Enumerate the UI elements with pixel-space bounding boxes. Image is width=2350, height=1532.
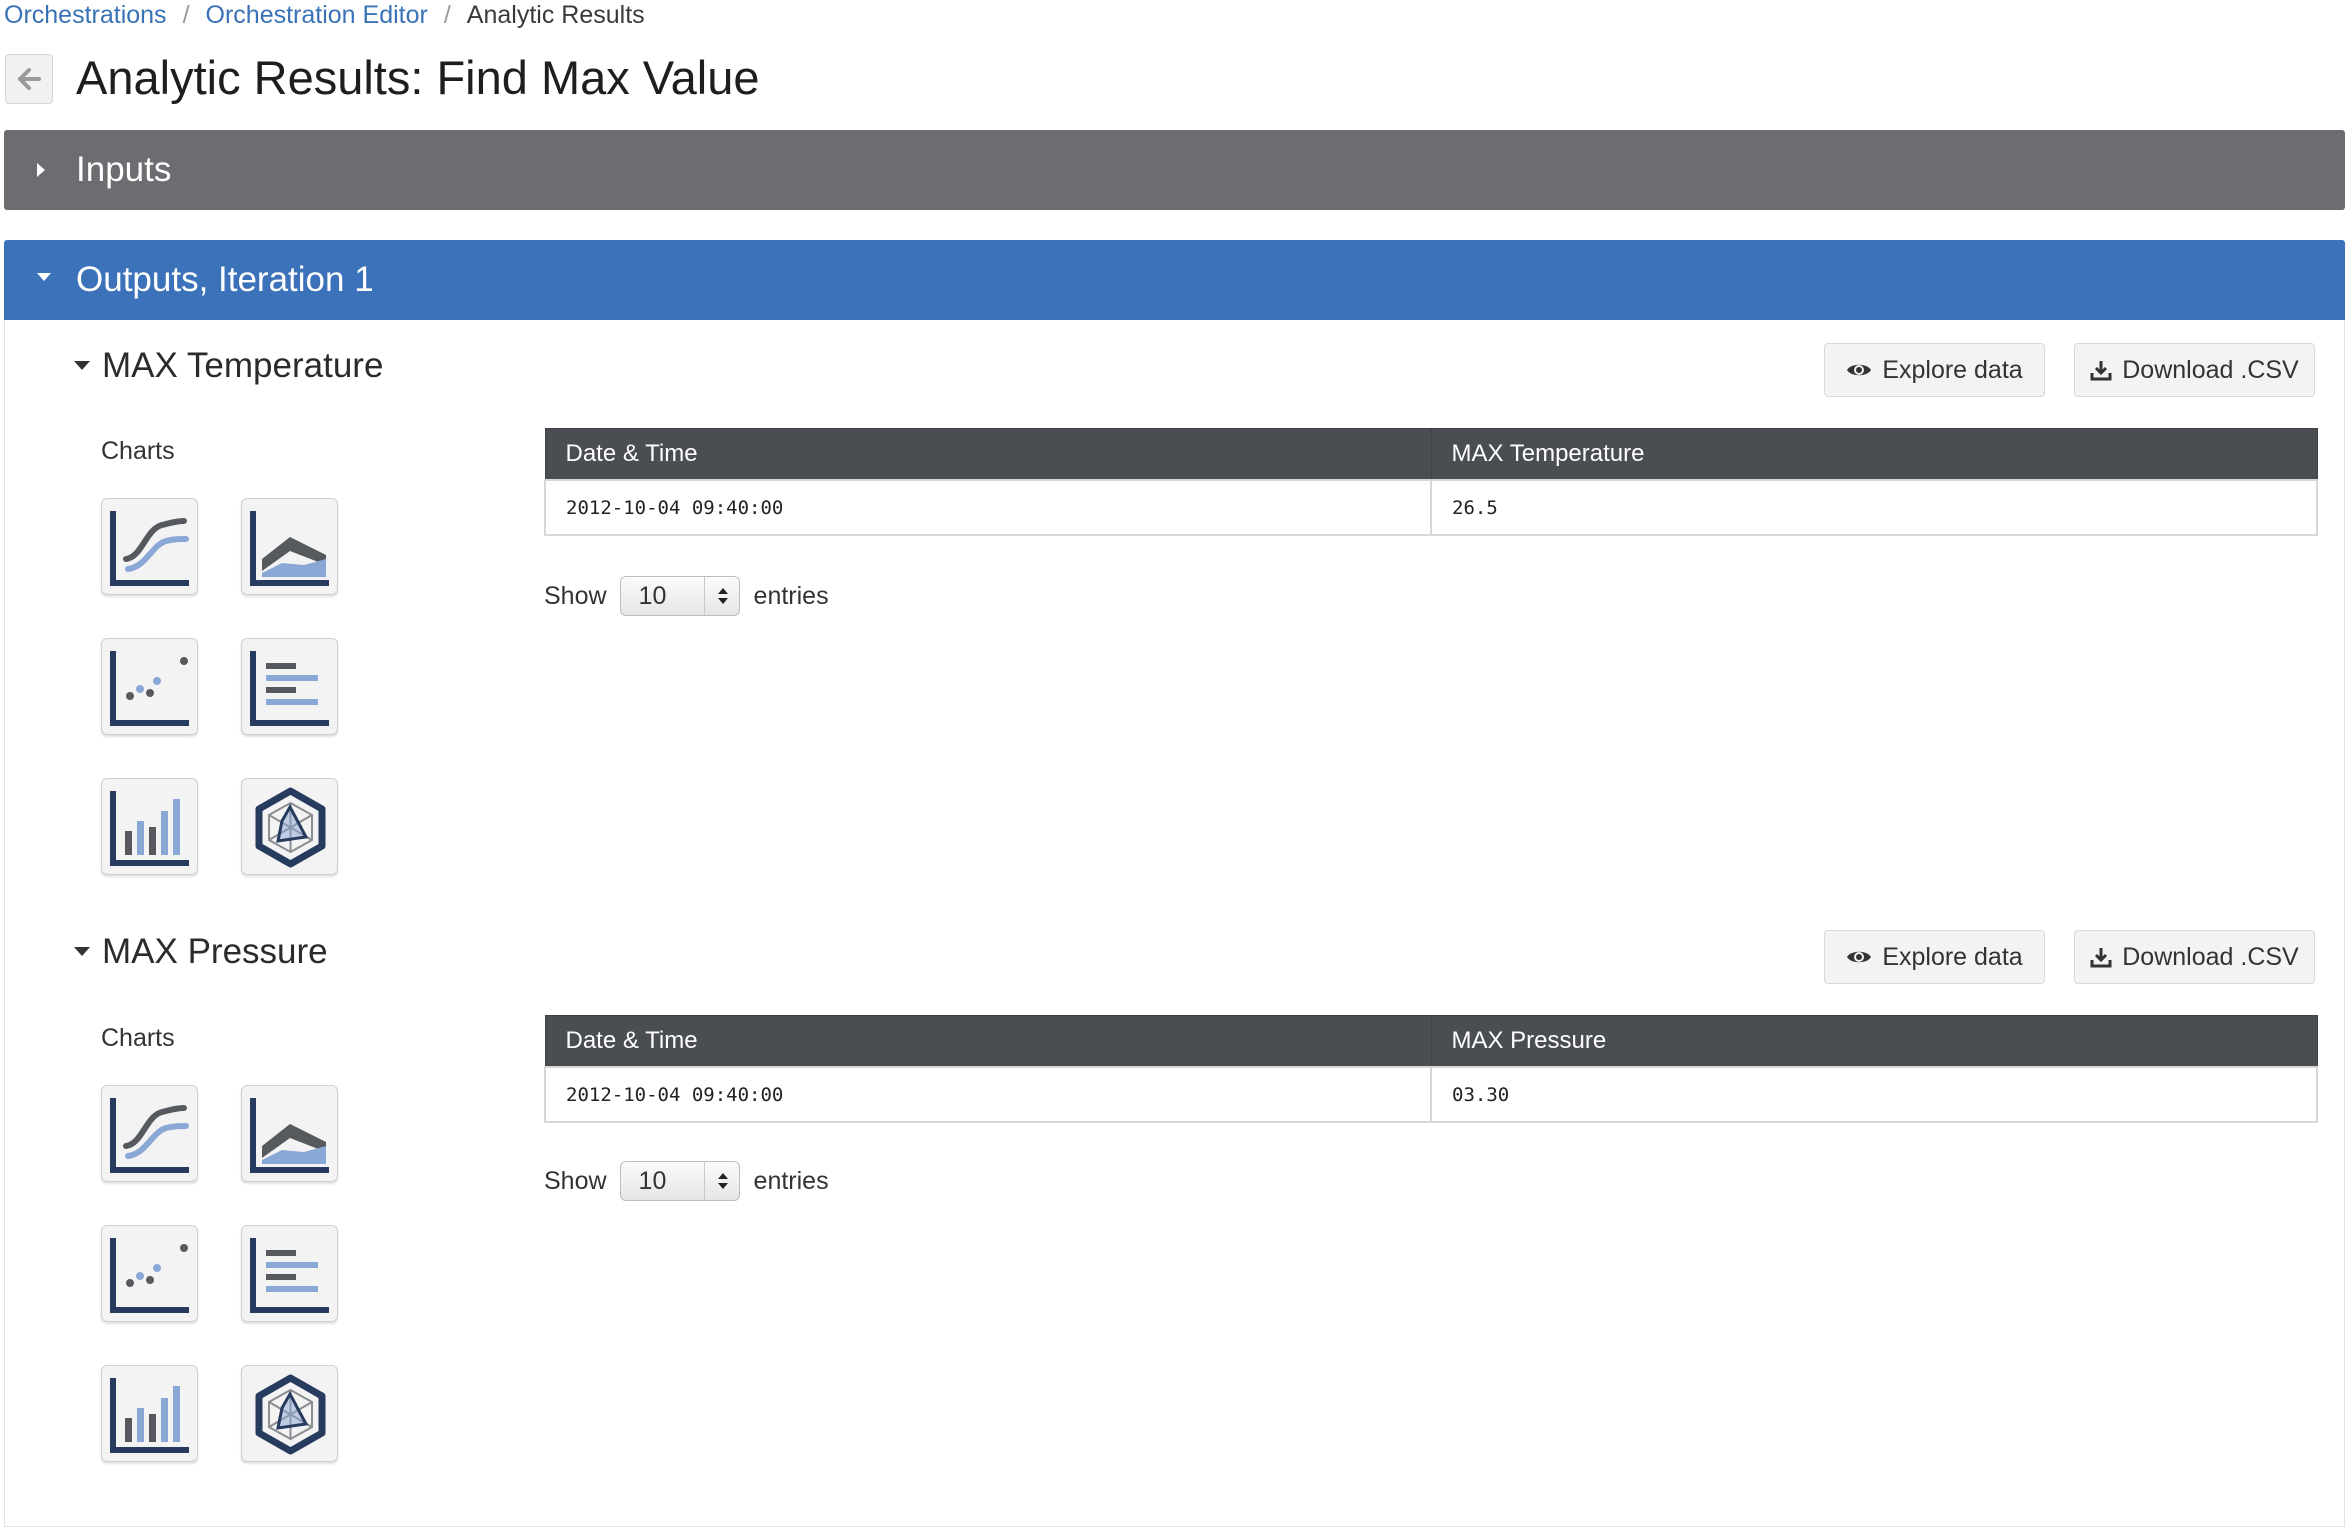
- sort-arrows-icon: [717, 588, 728, 604]
- scatter-chart-button[interactable]: [101, 1225, 198, 1322]
- breadcrumb-orchestration-editor-link[interactable]: Orchestration Editor: [206, 1, 428, 29]
- area-chart-button[interactable]: [241, 498, 338, 595]
- outputs-panel-label: Outputs, Iteration 1: [76, 260, 374, 299]
- radar-chart-button[interactable]: [241, 1365, 338, 1462]
- line-chart-button[interactable]: [101, 1085, 198, 1182]
- area-chart-icon: [250, 1098, 329, 1173]
- section-title-max-temperature[interactable]: MAX Temperature: [74, 346, 383, 386]
- radar-chart-icon: [255, 787, 326, 868]
- table-cell: 26.5: [1430, 479, 2318, 536]
- caret-down-icon: [74, 361, 90, 371]
- sort-arrows-icon: [717, 1173, 728, 1189]
- explore-data-label: Explore data: [1882, 942, 2023, 971]
- table-cell: 03.30: [1430, 1066, 2318, 1123]
- download-csv-label: Download .CSV: [2122, 942, 2299, 971]
- page-size-value: 10: [638, 1167, 667, 1195]
- table-cell: 2012-10-04 09:40:00: [544, 479, 1432, 536]
- breadcrumb-separator: /: [182, 1, 190, 29]
- line-chart-icon: [110, 511, 189, 586]
- horizontal-bar-chart-button[interactable]: [241, 1225, 338, 1322]
- area-chart-button[interactable]: [241, 1085, 338, 1182]
- eye-icon: [1847, 951, 1872, 963]
- select-divider: [703, 1162, 705, 1200]
- show-label: Show: [544, 1166, 607, 1195]
- entries-label: entries: [753, 1166, 829, 1195]
- column-header[interactable]: Date & Time: [544, 428, 1432, 481]
- explore-data-button[interactable]: Explore data: [1824, 930, 2045, 984]
- line-chart-button[interactable]: [101, 498, 198, 595]
- page-size-value: 10: [638, 582, 667, 610]
- bar-chart-button[interactable]: [101, 1365, 198, 1462]
- radar-chart-button[interactable]: [241, 778, 338, 875]
- scatter-chart-icon: [110, 651, 189, 726]
- download-csv-button[interactable]: Download .CSV: [2074, 343, 2315, 397]
- bar-chart-icon: [110, 1378, 189, 1453]
- select-divider: [703, 577, 705, 615]
- inputs-panel-label: Inputs: [76, 150, 172, 189]
- horizontal-bar-chart-icon: [250, 1238, 329, 1313]
- section-title-label: MAX Pressure: [102, 932, 328, 971]
- charts-label: Charts: [101, 437, 175, 465]
- inputs-panel-header[interactable]: Inputs: [4, 130, 2345, 210]
- table-header-row: Date & Time MAX Temperature: [544, 428, 2318, 481]
- page-size-control: Show 10 entries: [544, 1161, 829, 1201]
- scatter-chart-button[interactable]: [101, 638, 198, 735]
- table-header-row: Date & Time MAX Pressure: [544, 1015, 2318, 1068]
- section-title-max-pressure[interactable]: MAX Pressure: [74, 932, 328, 972]
- caret-right-icon: [37, 163, 45, 177]
- breadcrumb-orchestrations-link[interactable]: Orchestrations: [4, 1, 167, 29]
- area-chart-icon: [250, 511, 329, 586]
- line-chart-icon: [110, 1098, 189, 1173]
- caret-down-icon: [74, 947, 90, 957]
- page-title: Analytic Results: Find Max Value: [76, 51, 760, 104]
- show-label: Show: [544, 581, 607, 610]
- breadcrumb-separator: /: [443, 1, 451, 29]
- eye-icon: [1847, 364, 1872, 376]
- table-row: 2012-10-04 09:40:00 03.30: [544, 1066, 2318, 1123]
- results-table-max-temperature: Date & Time MAX Temperature 2012-10-04 0…: [544, 428, 2318, 536]
- column-header[interactable]: MAX Pressure: [1430, 1015, 2318, 1068]
- page-size-select[interactable]: 10: [619, 576, 740, 616]
- horizontal-bar-chart-icon: [250, 651, 329, 726]
- download-icon: [2090, 948, 2112, 968]
- column-header[interactable]: MAX Temperature: [1430, 428, 2318, 481]
- caret-down-icon: [37, 273, 51, 281]
- download-icon: [2090, 361, 2112, 381]
- back-button[interactable]: [5, 54, 53, 104]
- results-table-max-pressure: Date & Time MAX Pressure 2012-10-04 09:4…: [544, 1015, 2318, 1123]
- page-size-select[interactable]: 10: [619, 1161, 740, 1201]
- explore-data-label: Explore data: [1882, 355, 2023, 384]
- charts-label: Charts: [101, 1024, 175, 1052]
- breadcrumb-current: Analytic Results: [466, 1, 645, 29]
- column-header[interactable]: Date & Time: [544, 1015, 1432, 1068]
- bar-chart-button[interactable]: [101, 778, 198, 875]
- section-title-label: MAX Temperature: [102, 346, 384, 385]
- download-csv-button[interactable]: Download .CSV: [2074, 930, 2315, 984]
- bar-chart-icon: [110, 791, 189, 866]
- radar-chart-icon: [255, 1374, 326, 1455]
- page-size-control: Show 10 entries: [544, 576, 829, 616]
- download-csv-label: Download .CSV: [2122, 355, 2299, 384]
- scatter-chart-icon: [110, 1238, 189, 1313]
- arrow-left-icon: [18, 68, 41, 90]
- breadcrumb: Orchestrations / Orchestration Editor / Anal…: [4, 0, 645, 32]
- explore-data-button[interactable]: Explore data: [1824, 343, 2045, 397]
- entries-label: entries: [753, 581, 829, 610]
- outputs-panel-header[interactable]: Outputs, Iteration 1: [4, 240, 2345, 320]
- table-row: 2012-10-04 09:40:00 26.5: [544, 479, 2318, 536]
- horizontal-bar-chart-button[interactable]: [241, 638, 338, 735]
- table-cell: 2012-10-04 09:40:00: [544, 1066, 1432, 1123]
